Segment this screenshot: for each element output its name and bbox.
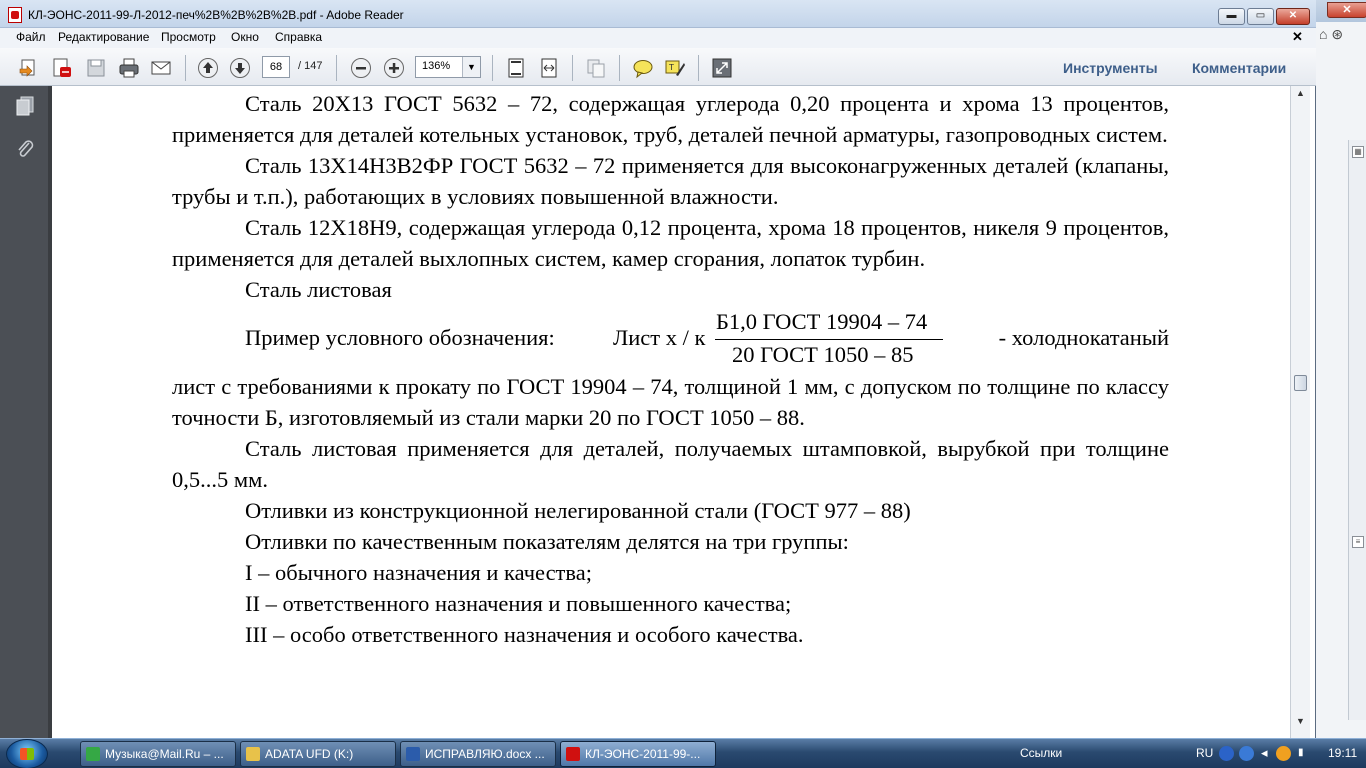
page-total: / 147 xyxy=(298,60,323,72)
background-window-close-button[interactable]: ✕ xyxy=(1327,2,1366,18)
paragraph: II – ответственного назначения и повышен… xyxy=(245,591,792,616)
background-window: ✕ ⌂ ⊛ ▦ ≡ xyxy=(1312,0,1366,738)
paragraph: Отливки по качественным показателям деля… xyxy=(245,529,849,554)
volume-icon[interactable]: ◂ xyxy=(1261,739,1268,768)
pdf-file-icon xyxy=(8,7,22,23)
menu-help[interactable]: Справка xyxy=(275,30,322,44)
background-window-titlebar: ✕ xyxy=(1313,0,1366,22)
page-number-input[interactable] xyxy=(262,56,290,78)
music-app-icon xyxy=(86,747,100,761)
pages-icon[interactable] xyxy=(15,95,35,117)
close-button[interactable]: ✕ xyxy=(1276,8,1310,25)
background-window-nav-icons[interactable]: ⌂ ⊛ xyxy=(1319,26,1343,43)
formula-label: Пример условного обозначения: xyxy=(245,325,555,350)
title-bar: КЛ-ЭОНС-2011-99-Л-2012-печ%2B%2B%2B%2B.p… xyxy=(0,0,1316,28)
formula-lhs: Лист х / к xyxy=(613,325,706,350)
taskbar: Музыка@Mail.Ru – ... ADATA UFD (K:) ИСПР… xyxy=(0,738,1366,768)
select-icon[interactable] xyxy=(585,57,607,79)
paragraph: I – обычного назначения и качества; xyxy=(245,560,592,585)
scroll-up-icon[interactable]: ▲ xyxy=(1296,88,1305,98)
scroll-thumb[interactable] xyxy=(1294,375,1307,391)
taskbar-item-label: Музыка@Mail.Ru – ... xyxy=(105,747,224,761)
scroll-down-icon[interactable]: ▼ xyxy=(1296,716,1305,726)
pdf-file-icon xyxy=(566,747,580,761)
fit-page-icon[interactable] xyxy=(505,57,527,79)
toolbar-separator xyxy=(185,55,186,81)
attachments-icon[interactable] xyxy=(15,138,35,160)
paragraph: III – особо ответственного назначения и … xyxy=(245,622,804,647)
word-icon xyxy=(406,747,420,761)
zoom-out-icon[interactable] xyxy=(350,57,372,79)
toolbar-separator xyxy=(492,55,493,81)
zoom-select[interactable]: 136% ▼ xyxy=(415,56,481,78)
vertical-scrollbar[interactable]: ▲ ▼ xyxy=(1290,86,1310,738)
start-button[interactable] xyxy=(6,739,48,768)
paragraph: лист с требованиями к прокату по ГОСТ 19… xyxy=(172,374,1169,430)
highlight-icon[interactable]: T xyxy=(664,57,686,79)
taskbar-item-label: КЛ-ЭОНС-2011-99-... xyxy=(585,747,701,761)
menu-bar: Файл Редактирование Просмотр Окно Справк… xyxy=(0,28,1316,48)
formula-denominator: 20 ГОСТ 1050 – 85 xyxy=(732,342,914,367)
open-icon[interactable] xyxy=(18,57,40,79)
maximize-button[interactable]: ▭ xyxy=(1247,8,1274,25)
document-close-icon[interactable]: ✕ xyxy=(1292,29,1303,45)
print-icon[interactable] xyxy=(118,57,140,79)
folder-icon xyxy=(246,747,260,761)
navigation-pane xyxy=(0,86,48,738)
taskbar-item-music[interactable]: Музыка@Mail.Ru – ... xyxy=(80,741,236,767)
window-title: КЛ-ЭОНС-2011-99-Л-2012-печ%2B%2B%2B%2B.p… xyxy=(28,8,404,22)
taskbar-item-word[interactable]: ИСПРАВЛЯЮ.docx ... xyxy=(400,741,556,767)
links-toolbar[interactable]: Ссылки xyxy=(1020,739,1062,768)
paragraph: Сталь 20Х13 ГОСТ 5632 – 72, содержащая у… xyxy=(172,91,1169,147)
paragraph: Сталь листовая xyxy=(245,277,392,302)
zoom-value: 136% xyxy=(422,60,451,72)
minimize-button[interactable]: ▬ xyxy=(1218,8,1245,25)
comment-icon[interactable] xyxy=(632,57,654,79)
chrome-tray-icon[interactable] xyxy=(1276,746,1291,761)
fit-width-icon[interactable] xyxy=(538,57,560,79)
paragraph: Сталь 12Х18Н9, содержащая углерода 0,12 … xyxy=(172,215,1169,271)
tools-tab[interactable]: Инструменты xyxy=(1063,60,1158,76)
help-icon[interactable] xyxy=(1219,746,1234,761)
chevron-down-icon[interactable]: ▼ xyxy=(462,57,480,77)
designation-formula: Пример условного обозначения: Лист х / к… xyxy=(172,305,1169,371)
paragraph: Отливки из конструкционной нелегированно… xyxy=(245,498,911,523)
zoom-in-icon[interactable] xyxy=(383,57,405,79)
taskbar-item-adobe-reader[interactable]: КЛ-ЭОНС-2011-99-... xyxy=(560,741,716,767)
menu-window[interactable]: Окно xyxy=(231,30,259,44)
menu-file[interactable]: Файл xyxy=(16,30,46,44)
comments-tab[interactable]: Комментарии xyxy=(1192,60,1286,76)
adobe-reader-window: КЛ-ЭОНС-2011-99-Л-2012-печ%2B%2B%2B%2B.p… xyxy=(0,0,1316,738)
svg-text:T: T xyxy=(668,63,674,72)
toolbar-separator xyxy=(619,55,620,81)
create-pdf-icon[interactable] xyxy=(51,57,73,79)
paragraph: Сталь 13Х14Н3В2ФР ГОСТ 5632 – 72 применя… xyxy=(172,153,1169,209)
taskbar-item-label: ADATA UFD (K:) xyxy=(265,747,354,761)
tray-flag-icon[interactable]: ▮ xyxy=(1298,739,1304,768)
next-page-icon[interactable] xyxy=(229,57,251,79)
save-icon[interactable] xyxy=(85,57,107,79)
prev-page-icon[interactable] xyxy=(197,57,219,79)
email-icon[interactable] xyxy=(150,57,172,79)
sidebar-tool-icon[interactable]: ▦ xyxy=(1352,146,1364,158)
paragraph: Сталь листовая применяется для деталей, … xyxy=(172,436,1169,492)
clock[interactable]: 19:11 xyxy=(1328,739,1357,768)
toolbar-separator xyxy=(698,55,699,81)
toolbar-separator xyxy=(336,55,337,81)
sidebar-list-icon[interactable]: ≡ xyxy=(1352,536,1364,548)
fullscreen-icon[interactable] xyxy=(711,57,733,79)
menu-view[interactable]: Просмотр xyxy=(161,30,216,44)
background-window-sidebar: ▦ ≡ xyxy=(1348,140,1366,720)
taskbar-item-explorer[interactable]: ADATA UFD (K:) xyxy=(240,741,396,767)
formula-rhs: - холоднокатаный xyxy=(998,325,1169,350)
menu-edit[interactable]: Редактирование xyxy=(58,30,149,44)
toolbar-separator xyxy=(572,55,573,81)
language-indicator[interactable]: RU xyxy=(1196,739,1213,768)
document-page-text: Сталь 20Х13 ГОСТ 5632 – 72, содержащая у… xyxy=(172,88,1169,650)
taskbar-item-label: ИСПРАВЛЯЮ.docx ... xyxy=(425,747,545,761)
formula-numerator: Б1,0 ГОСТ 19904 – 74 xyxy=(716,309,928,334)
network-icon[interactable] xyxy=(1239,746,1254,761)
page-edge-shadow xyxy=(48,86,52,738)
